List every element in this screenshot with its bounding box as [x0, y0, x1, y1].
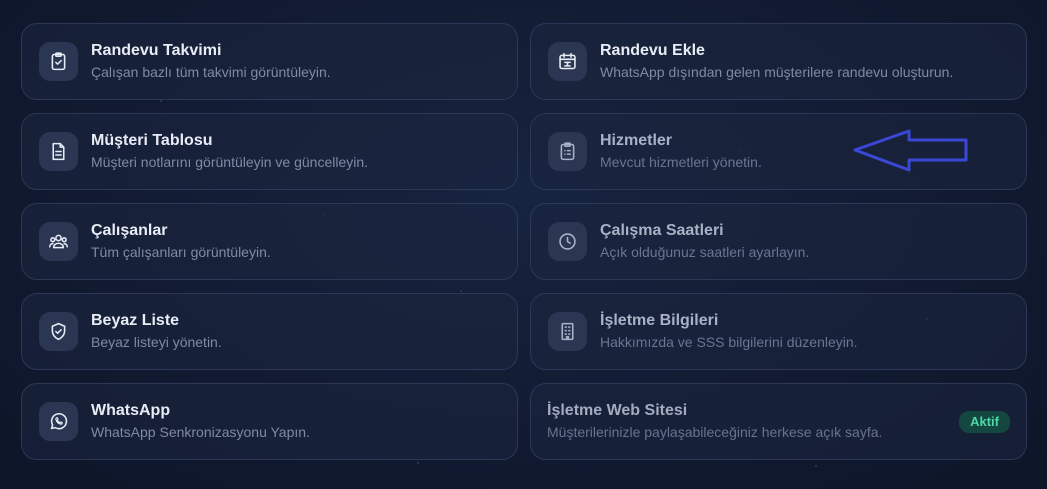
users-icon: [39, 222, 78, 261]
building-icon: [548, 312, 587, 351]
card-randevu-takvimi[interactable]: Randevu Takvimi Çalışan bazlı tüm takvim…: [21, 23, 518, 100]
card-musteri-tablosu[interactable]: Müşteri Tablosu Müşteri notlarını görünt…: [21, 113, 518, 190]
card-title: Randevu Ekle: [600, 42, 705, 59]
whatsapp-icon: [39, 402, 78, 441]
card-description: Müşteri notlarını görüntüleyin ve güncel…: [91, 154, 369, 170]
card-description: Müşterilerinizle paylaşabileceğiniz herk…: [547, 424, 883, 440]
card-title: Beyaz Liste: [91, 312, 180, 329]
card-title: Çalışma Saatleri: [600, 222, 724, 239]
shield-check-icon: [39, 312, 78, 351]
card-whatsapp[interactable]: WhatsApp WhatsApp Senkronizasyonu Yapın.: [21, 383, 518, 460]
card-calisma-saatleri[interactable]: Çalışma Saatleri Açık olduğunuz saatleri…: [530, 203, 1027, 280]
card-title: İşletme Web Sitesi: [547, 402, 688, 419]
card-randevu-ekle[interactable]: Randevu Ekle WhatsApp dışından gelen müş…: [530, 23, 1027, 100]
card-description: Açık olduğunuz saatleri ayarlayın.: [600, 244, 810, 260]
calendar-plus-icon: [548, 42, 587, 81]
clipboard-check-icon: [39, 42, 78, 81]
card-title: İşletme Bilgileri: [600, 312, 719, 329]
card-description: Tüm çalışanları görüntüleyin.: [91, 244, 271, 260]
annotation-arrow-icon: [853, 129, 968, 172]
dashboard-grid: Randevu Takvimi Çalışan bazlı tüm takvim…: [21, 23, 1027, 460]
card-isletme-bilgileri[interactable]: İşletme Bilgileri Hakkımızda ve SSS bilg…: [530, 293, 1027, 370]
card-description: WhatsApp dışından gelen müşterilere rand…: [600, 64, 954, 80]
card-title: Hizmetler: [600, 132, 673, 149]
card-isletme-web-sitesi[interactable]: İşletme Web Sitesi Müşterilerinizle payl…: [530, 383, 1027, 460]
clipboard-list-icon: [548, 132, 587, 171]
clock-icon: [548, 222, 587, 261]
card-description: Çalışan bazlı tüm takvimi görüntüleyin.: [91, 64, 331, 80]
card-title: Müşteri Tablosu: [91, 132, 213, 149]
card-calisanlar[interactable]: Çalışanlar Tüm çalışanları görüntüleyin.: [21, 203, 518, 280]
background-dot: [815, 465, 817, 467]
status-badge: Aktif: [959, 411, 1010, 433]
card-title: WhatsApp: [91, 402, 171, 419]
card-description: Mevcut hizmetleri yönetin.: [600, 154, 762, 170]
card-title: Randevu Takvimi: [91, 42, 222, 59]
document-icon: [39, 132, 78, 171]
card-description: WhatsApp Senkronizasyonu Yapın.: [91, 424, 310, 440]
card-description: Beyaz listeyi yönetin.: [91, 334, 222, 350]
card-beyaz-liste[interactable]: Beyaz Liste Beyaz listeyi yönetin.: [21, 293, 518, 370]
card-title: Çalışanlar: [91, 222, 168, 239]
background-dot: [417, 462, 419, 464]
card-description: Hakkımızda ve SSS bilgilerini düzenleyin…: [600, 334, 858, 350]
